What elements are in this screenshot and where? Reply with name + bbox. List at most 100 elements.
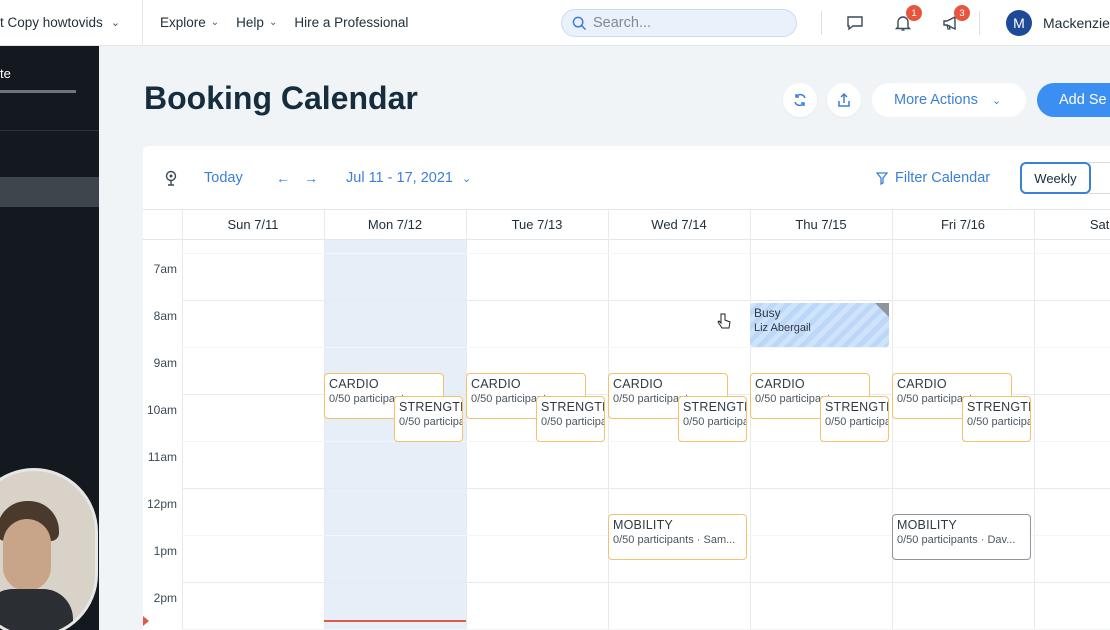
day-header: Wed 7/14 [651,217,707,232]
divider [0,130,99,131]
nav-hire-label: Hire a Professional [294,15,409,30]
event-strength-thu[interactable]: STRENGTH 0/50 participants [820,396,889,442]
chevron-down-icon: ⌄ [268,17,278,28]
event-mobility-fri[interactable]: MOBILITY 0/50 participants · Dav... [892,514,1031,560]
grid-line [182,253,1110,254]
chat-icon[interactable] [844,12,866,34]
event-strength-mon[interactable]: STRENGTH 0/50 participants [394,396,463,442]
filter-icon [876,171,888,185]
sidebar-item-label[interactable]: te [0,66,11,81]
day-header: Thu 7/15 [795,217,847,232]
nav-help[interactable]: Help ⌄ [236,15,277,30]
event-busy-thu[interactable]: Busy Liz Abergail [750,303,889,347]
add-session-label: Add Se [1059,92,1107,108]
page-title: Booking Calendar [144,80,418,116]
grid-line [182,300,1110,301]
event-title: STRENGTH [683,400,747,414]
megaphone-icon[interactable]: 3 [940,5,970,34]
divider [979,11,980,35]
time-label: 8am [153,309,177,323]
event-strength-tue[interactable]: STRENGTH 0/50 participants [536,396,605,442]
event-participants: 0/50 participants [683,416,746,428]
event-title: STRENGTH [541,400,605,414]
time-label: 9am [153,356,177,370]
refresh-button[interactable] [783,83,817,117]
nav-hire-professional[interactable]: Hire a Professional [294,15,408,30]
event-title: CARDIO [897,377,947,391]
event-title: CARDIO [471,377,521,391]
site-name: t Copy howtovids [0,15,103,30]
event-title: CARDIO [329,377,379,391]
today-button[interactable]: Today [204,170,243,186]
more-actions-label: More Actions [894,92,978,108]
search-input[interactable]: Search... [561,9,797,37]
grid-line [182,582,1110,583]
day-header: Sun 7/11 [227,217,279,232]
time-label: 1pm [153,544,177,558]
filter-calendar-label: Filter Calendar [895,170,991,186]
top-bar: t Copy howtovids ⌄ Explore ⌄ Help ⌄ Hire… [0,0,1110,46]
calendar-card: Today ← → Jul 11 - 17, 2021 ⌄ Filter Cal… [143,146,1110,630]
chevron-down-icon: ⌄ [210,17,220,28]
user-name[interactable]: Mackenzie [1043,15,1110,31]
refresh-icon [794,93,806,107]
time-label: 12pm [146,497,177,511]
day-header: Mon 7/12 [367,217,423,232]
day-header: Sat 7 [1089,217,1110,232]
site-switcher[interactable]: t Copy howtovids ⌄ [0,0,143,46]
person-face [3,519,51,591]
time-label: 10am [146,403,177,417]
event-title: STRENGTH [825,400,889,414]
notifications-bell-icon[interactable]: 1 [892,5,922,34]
upload-icon [838,92,850,107]
date-range-label: Jul 11 - 17, 2021 [346,170,453,186]
day-header: Tue 7/13 [511,217,563,232]
time-label: 7am [153,262,177,276]
event-participants: 0/50 participants [825,416,888,428]
main-content: Booking Calendar More Actions ⌄ Add Se T… [99,46,1110,630]
event-participants: 0/50 participants · Sam... [613,534,736,546]
day-header: Fri 7/16 [940,217,986,232]
grid-line [182,347,1110,348]
grid-line [182,488,1110,489]
time-label: 2pm [153,591,177,605]
chevron-down-icon: ⌄ [110,17,121,29]
event-strength-wed[interactable]: STRENGTH 0/50 participants [678,396,747,442]
more-actions-button[interactable]: More Actions ⌄ [872,83,1026,117]
previous-week-button[interactable]: ← [276,170,290,186]
calendar-toolbar: Today ← → Jul 11 - 17, 2021 ⌄ Filter Cal… [143,146,1110,210]
chevron-down-icon: ⌄ [461,173,472,185]
divider [821,11,822,35]
filter-calendar-button[interactable]: Filter Calendar [876,170,990,186]
current-time-marker [143,616,149,626]
event-participants: 0/50 participants [967,416,1030,428]
sidebar-progress-bar [0,90,76,93]
event-mobility-wed[interactable]: MOBILITY 0/50 participants · Sam... [608,514,747,560]
view-weekly-tab[interactable]: Weekly [1020,162,1091,194]
avatar[interactable]: M [1006,10,1032,36]
add-session-button[interactable]: Add Se [1037,83,1110,117]
location-pin-icon[interactable] [163,169,179,187]
event-title: CARDIO [755,377,805,391]
day-headers: Sun 7/11 Mon 7/12 Tue 7/13 Wed 7/14 Thu … [143,210,1110,240]
person-shirt [0,589,73,630]
nav-explore[interactable]: Explore ⌄ [160,15,219,30]
busy-title: Busy [754,306,781,320]
event-title: STRENGTH [399,400,463,414]
date-range-selector[interactable]: Jul 11 - 17, 2021 ⌄ [346,170,471,186]
export-button[interactable] [827,83,861,117]
event-title: STRENGTH [967,400,1031,414]
event-title: MOBILITY [897,518,957,532]
current-time-line [324,620,466,622]
sidebar-item-active[interactable] [0,177,99,207]
event-participants: 0/50 participants · Dav... [897,534,1016,546]
view-next-tab[interactable] [1089,162,1110,194]
event-participants: 0/50 participants [541,416,604,428]
nav-help-label: Help [236,15,264,30]
next-week-button[interactable]: → [304,170,318,186]
nav-explore-label: Explore [160,15,206,30]
event-strength-fri[interactable]: STRENGTH 0/50 participants [962,396,1031,442]
hand-cursor-icon [717,313,731,329]
busy-staff-name: Liz Abergail [754,322,811,334]
notifications-badge: 1 [906,5,922,21]
